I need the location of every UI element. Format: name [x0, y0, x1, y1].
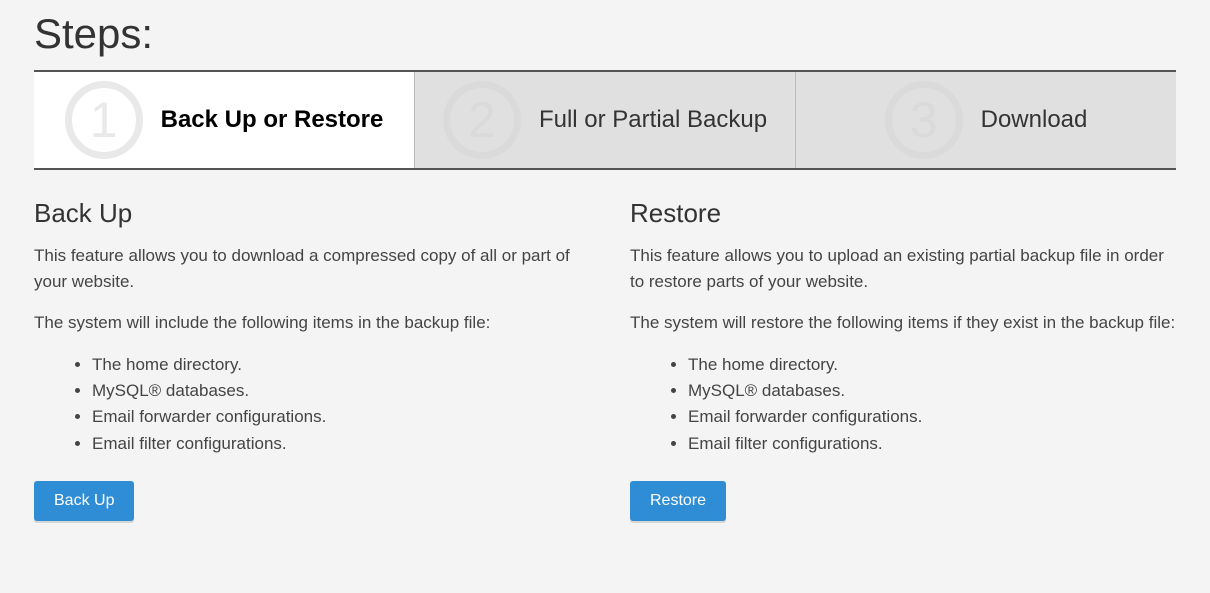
step-label: Download: [981, 106, 1088, 134]
back-up-button[interactable]: Back Up: [34, 481, 134, 521]
backup-description: This feature allows you to download a co…: [34, 243, 580, 294]
backup-section: Back Up This feature allows you to downl…: [34, 198, 580, 521]
step-download[interactable]: 3 Download: [796, 72, 1176, 168]
restore-items-list: The home directory. MySQL® databases. Em…: [630, 352, 1176, 457]
step-full-or-partial-backup[interactable]: 2 Full or Partial Backup: [415, 72, 796, 168]
list-item: Email forwarder configurations.: [92, 404, 580, 430]
backup-heading: Back Up: [34, 198, 580, 229]
step-number-icon: 1: [65, 81, 143, 159]
backup-list-intro: The system will include the following it…: [34, 310, 580, 336]
list-item: Email filter configurations.: [92, 431, 580, 457]
list-item: Email forwarder configurations.: [688, 404, 1176, 430]
step-number-icon: 3: [885, 81, 963, 159]
restore-description: This feature allows you to upload an exi…: [630, 243, 1176, 294]
step-back-up-or-restore[interactable]: 1 Back Up or Restore: [34, 72, 415, 168]
content-columns: Back Up This feature allows you to downl…: [34, 198, 1176, 521]
step-label: Full or Partial Backup: [539, 106, 767, 134]
list-item: Email filter configurations.: [688, 431, 1176, 457]
restore-section: Restore This feature allows you to uploa…: [630, 198, 1176, 521]
page-title: Steps:: [34, 10, 1176, 58]
list-item: The home directory.: [92, 352, 580, 378]
restore-heading: Restore: [630, 198, 1176, 229]
step-number-icon: 2: [443, 81, 521, 159]
backup-items-list: The home directory. MySQL® databases. Em…: [34, 352, 580, 457]
list-item: The home directory.: [688, 352, 1176, 378]
list-item: MySQL® databases.: [92, 378, 580, 404]
list-item: MySQL® databases.: [688, 378, 1176, 404]
steps-wizard: 1 Back Up or Restore 2 Full or Partial B…: [34, 70, 1176, 170]
step-label: Back Up or Restore: [161, 106, 384, 134]
restore-button[interactable]: Restore: [630, 481, 726, 521]
restore-list-intro: The system will restore the following it…: [630, 310, 1176, 336]
